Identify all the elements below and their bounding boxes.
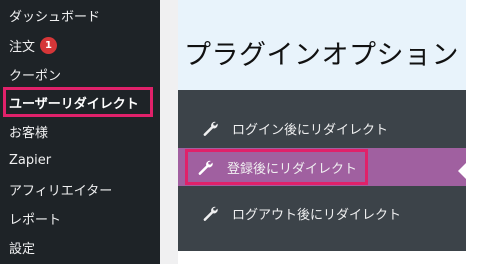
sidebar-item-zapier[interactable]: Zapier	[0, 147, 160, 173]
admin-sidebar: ダッシュボード 注文 1 クーポン ユーザーリダイレクト お客様 Zapier …	[0, 0, 160, 264]
sidebar-item-coupons[interactable]: クーポン	[0, 61, 160, 87]
sidebar-item-affiliates[interactable]: アフィリエイター	[0, 176, 160, 202]
notification-badge: 1	[40, 36, 58, 54]
wrench-icon	[203, 206, 218, 221]
option-label: ログアウト後にリダイレクト	[232, 207, 402, 223]
sidebar-item-user-redirect[interactable]: ユーザーリダイレクト	[3, 87, 153, 117]
sidebar-item-label: 設定	[9, 241, 36, 257]
wrench-icon	[203, 121, 218, 136]
sidebar-item-label: クーポン	[9, 68, 62, 84]
wrench-icon	[198, 160, 213, 175]
sidebar-item-label: アフィリエイター	[9, 183, 113, 199]
option-logout-redirect[interactable]: ログアウト後にリダイレクト	[178, 194, 466, 232]
page-title: プラグインオプション	[184, 40, 459, 71]
sidebar-item-reports[interactable]: レポート	[0, 205, 160, 231]
sidebar-item-orders[interactable]: 注文 1	[0, 32, 160, 58]
sidebar-gutter	[160, 0, 178, 264]
sidebar-item-label: お客様	[9, 125, 49, 141]
option-login-redirect[interactable]: ログイン後にリダイレクト	[178, 109, 466, 147]
sidebar-item-settings[interactable]: 設定	[0, 234, 160, 260]
option-register-redirect[interactable]: 登録後にリダイレクト	[178, 148, 466, 186]
sidebar-item-label: ユーザーリダイレクト	[9, 96, 139, 112]
sidebar-item-label: レポート	[9, 212, 62, 228]
option-label: ログイン後にリダイレクト	[232, 122, 389, 138]
selection-arrow-icon	[458, 162, 467, 180]
sidebar-item-label: ダッシュボード	[9, 9, 101, 25]
page-header: プラグインオプション	[178, 0, 466, 90]
option-label: 登録後にリダイレクト	[227, 161, 358, 177]
options-panel: ログイン後にリダイレクト 登録後にリダイレクト ログアウト後にリダイレクト	[178, 90, 466, 251]
sidebar-item-dashboard[interactable]: ダッシュボード	[0, 2, 160, 28]
option-highlight-box: 登録後にリダイレクト	[184, 149, 369, 185]
sidebar-item-label: 注文	[9, 39, 36, 55]
panel-footer-gap	[178, 251, 466, 264]
sidebar-item-label: Zapier	[9, 152, 52, 168]
right-edge	[466, 0, 481, 264]
app-window: ダッシュボード 注文 1 クーポン ユーザーリダイレクト お客様 Zapier …	[0, 0, 481, 264]
sidebar-item-customers[interactable]: お客様	[0, 118, 160, 144]
